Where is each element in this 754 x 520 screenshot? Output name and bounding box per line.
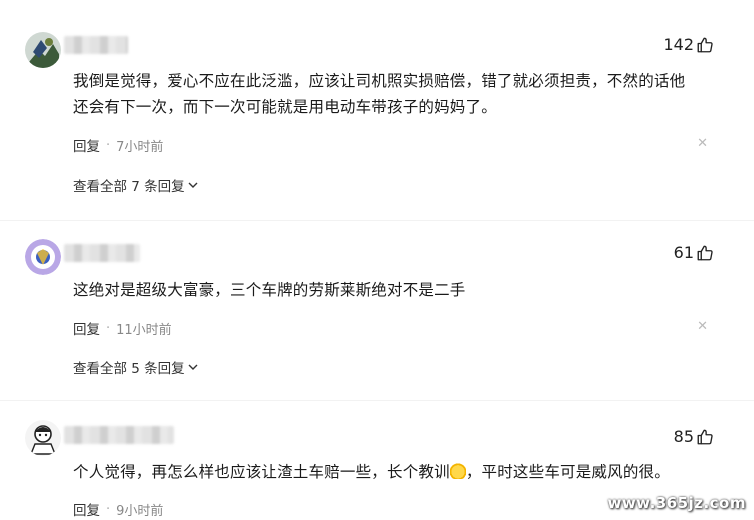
view-all-replies-label: 查看全部 5 条回复 [73, 361, 185, 377]
comment-meta: 回复 · 9小时前 [73, 499, 164, 520]
avatar[interactable] [25, 420, 61, 456]
avatar[interactable] [25, 239, 61, 275]
comment-text: 我倒是觉得，爱心不应在此泛滥，应该让司机照实损赔偿，错了就必须担责，不然的话他 … [73, 68, 723, 120]
separator-dot: · [106, 137, 111, 153]
close-icon[interactable]: ✕ [697, 136, 708, 151]
comment-text-line: 这绝对是超级大富豪，三个车牌的劳斯莱斯绝对不是二手 [73, 281, 466, 299]
comment-text: 这绝对是超级大富豪，三个车牌的劳斯莱斯绝对不是二手 [73, 277, 723, 303]
divider [0, 400, 754, 401]
separator-dot: · [106, 320, 111, 336]
thumbs-up-icon[interactable] [696, 36, 714, 54]
timestamp: 7小时前 [116, 139, 164, 155]
watermark: www.365jz.com [607, 494, 746, 512]
like-count-value: 142 [663, 35, 694, 54]
thumbs-up-icon[interactable] [696, 244, 714, 262]
reply-button[interactable]: 回复 [73, 135, 100, 155]
avatar[interactable] [25, 32, 61, 68]
reply-button[interactable]: 回复 [73, 318, 100, 338]
like-count[interactable]: 85 [674, 427, 714, 446]
username-redacted [64, 426, 174, 444]
like-count-value: 85 [673, 427, 694, 446]
username-redacted [64, 244, 140, 262]
view-all-replies-label: 查看全部 7 条回复 [73, 179, 185, 195]
like-count-value: 61 [673, 243, 694, 262]
comment-text: 个人觉得，再怎么样也应该让渣土车赔一些，长个教训 ，平时这些车可是威风的很。 [73, 459, 723, 485]
comment-text-line: 我倒是觉得，爱心不应在此泛滥，应该让司机照实损赔偿，错了就必须担责，不然的话他 [73, 72, 686, 90]
comment-meta: 回复 · 7小时前 [73, 135, 164, 156]
separator-dot: · [106, 501, 111, 517]
comment-meta: 回复 · 11小时前 [73, 318, 172, 339]
like-count[interactable]: 142 [663, 35, 714, 54]
view-all-replies-button[interactable]: 查看全部 5 条回复 [73, 357, 198, 377]
timestamp: 9小时前 [116, 503, 164, 519]
timestamp: 11小时前 [116, 322, 172, 338]
like-count[interactable]: 61 [674, 243, 714, 262]
username-redacted [64, 36, 128, 54]
divider [0, 220, 754, 221]
chevron-down-icon [188, 182, 198, 188]
chevron-down-icon [188, 364, 198, 370]
reply-button[interactable]: 回复 [73, 499, 100, 519]
comment-text-part: 个人觉得，再怎么样也应该让渣土车赔一些，长个教训 [73, 463, 450, 481]
view-all-replies-button[interactable]: 查看全部 7 条回复 [73, 175, 198, 195]
emoji-face-icon [449, 463, 466, 479]
comment-text-line: 还会有下一次，而下一次可能就是用电动车带孩子的妈妈了。 [73, 98, 497, 116]
comment-text-part: ，平时这些车可是威风的很。 [465, 463, 670, 481]
thumbs-up-icon[interactable] [696, 428, 714, 446]
close-icon[interactable]: ✕ [697, 319, 708, 334]
